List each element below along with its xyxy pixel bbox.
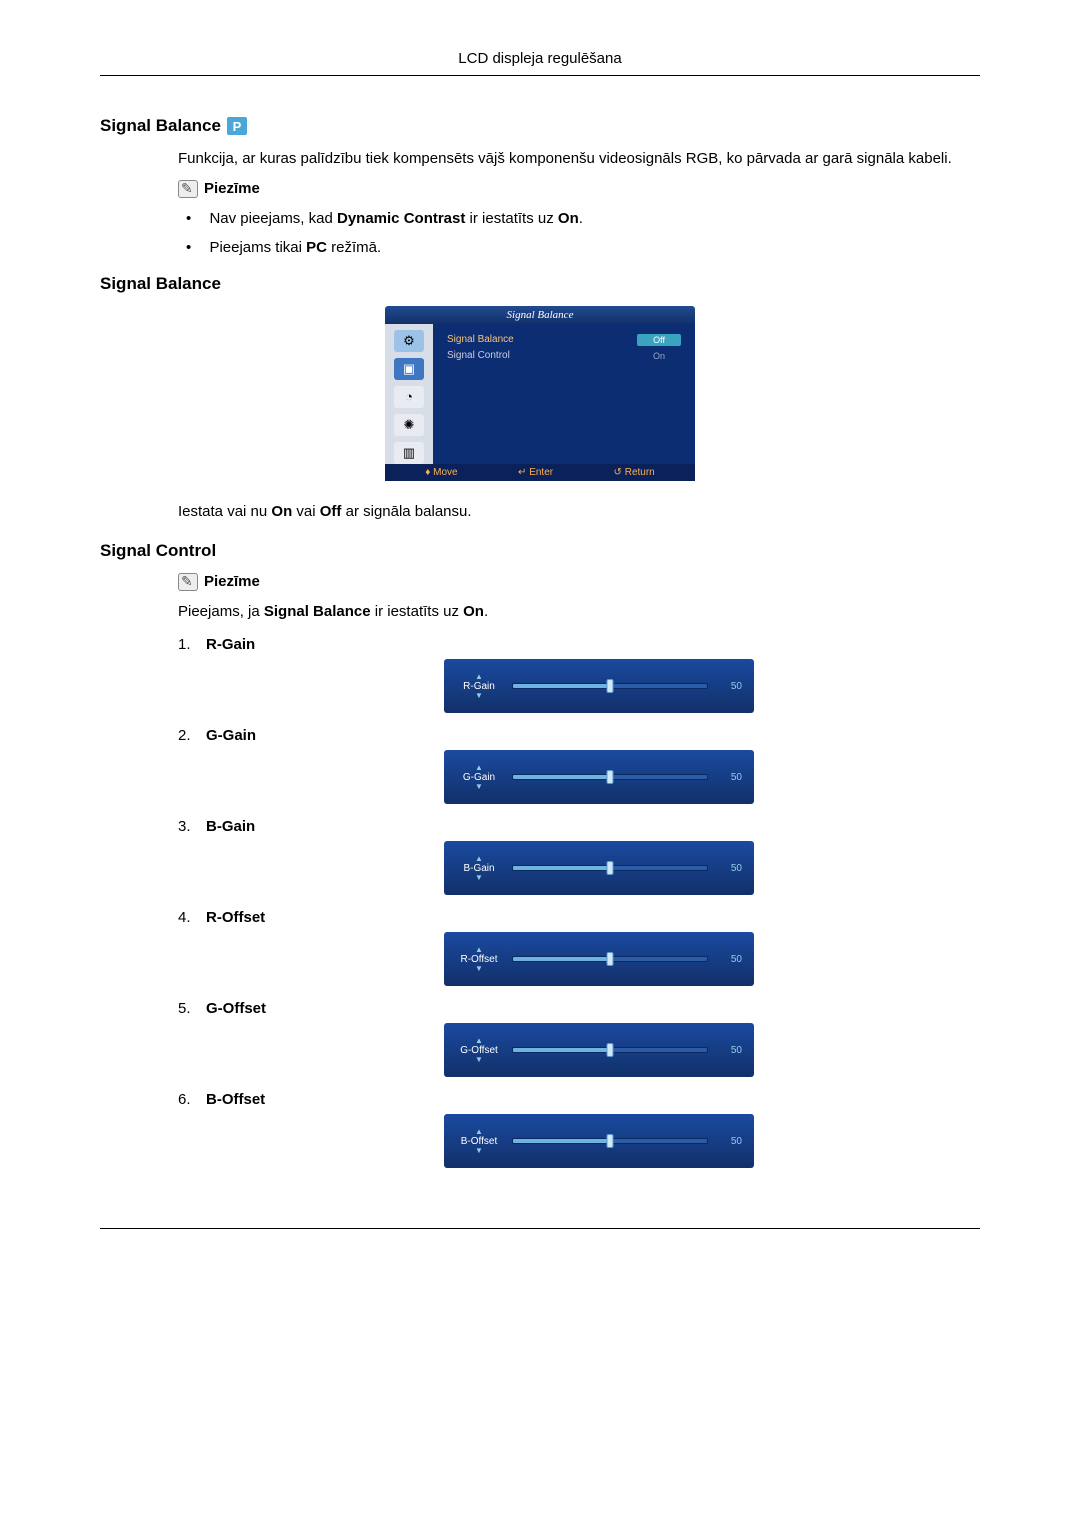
slider-track[interactable] (512, 956, 708, 962)
triangle-down-icon: ▼ (475, 965, 483, 973)
slider-track[interactable] (512, 774, 708, 780)
signal-control-availability: Pieejams, ja Signal Balance ir iestatīts… (178, 601, 980, 623)
slider-track[interactable] (512, 1047, 708, 1053)
page-header-text: LCD displeja regulēšana (458, 50, 621, 67)
slider-thumb[interactable] (607, 1043, 614, 1057)
triangle-down-icon: ▼ (475, 783, 483, 791)
slider-control-label: ▲B-Offset▼ (456, 1128, 502, 1155)
slider-osd-b-gain[interactable]: ▲B-Gain▼ 50 (444, 841, 754, 895)
osd-side-multi-icon[interactable]: ▥ (394, 442, 424, 464)
osd-item-value: Off (637, 334, 681, 346)
slider-item-g-offset: 5.G-Offset (178, 1000, 980, 1017)
osd-footer-move: ♦ Move (425, 467, 457, 478)
slider-thumb[interactable] (607, 770, 614, 784)
osd-item-label: Signal Control (447, 350, 510, 361)
osd-item-signal-control[interactable]: Signal Control On (447, 350, 681, 362)
slider-item-r-gain: 1.R-Gain (178, 636, 980, 653)
slider-thumb[interactable] (607, 1134, 614, 1148)
triangle-up-icon: ▲ (475, 673, 483, 681)
slider-number: 5. (178, 1000, 206, 1017)
slider-label: B-Offset (206, 1091, 296, 1108)
slider-item-b-offset: 6.B-Offset (178, 1091, 980, 1108)
slider-thumb[interactable] (607, 679, 614, 693)
triangle-down-icon: ▼ (475, 874, 483, 882)
note-icon (178, 180, 198, 198)
osd-title: Signal Balance (385, 306, 695, 324)
note-row-2: Piezīme (178, 573, 980, 591)
heading-signal-balance-sub: Signal Balance (100, 274, 980, 294)
slider-label: R-Offset (206, 909, 296, 926)
page-header: LCD displeja regulēšana (100, 50, 980, 76)
osd-side-picture-icon[interactable]: ▣ (394, 358, 424, 380)
slider-item-b-gain: 3.B-Gain (178, 818, 980, 835)
slider-osd-r-gain[interactable]: ▲R-Gain▼ 50 (444, 659, 754, 713)
slider-value: 50 (718, 1045, 742, 1056)
slider-thumb[interactable] (607, 952, 614, 966)
slider-control-label: ▲R-Offset▼ (456, 946, 502, 973)
note-row: Piezīme (178, 180, 980, 198)
slider-value: 50 (718, 772, 742, 783)
slider-item-g-gain: 2.G-Gain (178, 727, 980, 744)
osd-footer-enter: ↵ Enter (518, 467, 553, 478)
osd-item-label: Signal Balance (447, 334, 514, 345)
triangle-down-icon: ▼ (475, 1056, 483, 1064)
slider-thumb[interactable] (607, 861, 614, 875)
slider-control-label: ▲G-Gain▼ (456, 764, 502, 791)
osd-side-sound-icon[interactable]: ◔ (394, 386, 424, 408)
slider-label: R-Gain (206, 636, 296, 653)
slider-value: 50 (718, 954, 742, 965)
slider-control-label: ▲B-Gain▼ (456, 855, 502, 882)
slider-label: B-Gain (206, 818, 296, 835)
slider-track[interactable] (512, 1138, 708, 1144)
bullet-pc-only: Pieejams tikai PC režīmā. (206, 239, 980, 256)
triangle-down-icon: ▼ (475, 1147, 483, 1155)
heading-signal-balance-text: Signal Balance (100, 116, 221, 136)
slider-control-label: ▲R-Gain▼ (456, 673, 502, 700)
slider-osd-b-offset[interactable]: ▲B-Offset▼ 50 (444, 1114, 754, 1168)
heading-signal-balance: Signal Balance P (100, 116, 980, 136)
slider-control-label: ▲G-Offset▼ (456, 1037, 502, 1064)
slider-value: 50 (718, 1136, 742, 1147)
signal-balance-desc: Iestata vai nu On vai Off ar signāla bal… (178, 501, 980, 523)
slider-track[interactable] (512, 865, 708, 871)
osd-item-signal-balance[interactable]: Signal Balance Off (447, 334, 681, 346)
note-label: Piezīme (204, 180, 260, 197)
page-footer-line (100, 1228, 980, 1229)
slider-value: 50 (718, 863, 742, 874)
note-icon (178, 573, 198, 591)
slider-value: 50 (718, 681, 742, 692)
pc-mode-badge-icon: P (227, 117, 247, 135)
slider-label: G-Offset (206, 1000, 296, 1017)
osd-footer-return: ↺ Return (614, 467, 655, 478)
osd-side-setup-icon[interactable]: ✺ (394, 414, 424, 436)
triangle-up-icon: ▲ (475, 1037, 483, 1045)
slider-track[interactable] (512, 683, 708, 689)
slider-number: 6. (178, 1091, 206, 1108)
slider-osd-r-offset[interactable]: ▲R-Offset▼ 50 (444, 932, 754, 986)
osd-panel: Signal Balance ⚙ ▣ ◔ ✺ ▥ Signal Balance … (385, 306, 695, 481)
slider-number: 3. (178, 818, 206, 835)
triangle-up-icon: ▲ (475, 764, 483, 772)
triangle-up-icon: ▲ (475, 855, 483, 863)
signal-balance-intro: Funkcija, ar kuras palīdzību tiek kompen… (178, 148, 980, 170)
triangle-down-icon: ▼ (475, 692, 483, 700)
osd-sidebar: ⚙ ▣ ◔ ✺ ▥ (385, 324, 433, 464)
slider-item-r-offset: 4.R-Offset (178, 909, 980, 926)
osd-side-input-icon[interactable]: ⚙ (394, 330, 424, 352)
slider-label: G-Gain (206, 727, 296, 744)
note-label: Piezīme (204, 573, 260, 590)
slider-osd-g-offset[interactable]: ▲G-Offset▼ 50 (444, 1023, 754, 1077)
osd-footer: ♦ Move ↵ Enter ↺ Return (385, 464, 695, 481)
slider-number: 4. (178, 909, 206, 926)
slider-number: 2. (178, 727, 206, 744)
osd-item-value: On (637, 350, 681, 362)
triangle-up-icon: ▲ (475, 946, 483, 954)
slider-osd-g-gain[interactable]: ▲G-Gain▼ 50 (444, 750, 754, 804)
slider-number: 1. (178, 636, 206, 653)
heading-signal-control: Signal Control (100, 541, 980, 561)
bullet-dynamic-contrast: Nav pieejams, kad Dynamic Contrast ir ie… (206, 210, 980, 227)
triangle-up-icon: ▲ (475, 1128, 483, 1136)
